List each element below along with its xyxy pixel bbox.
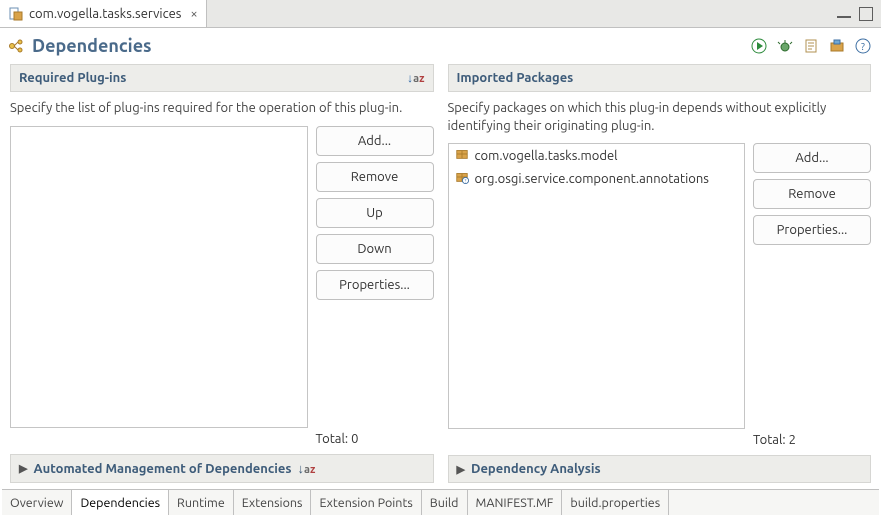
imported-packages-list[interactable]: com.vogella.tasks.model? org.osgi.service… bbox=[448, 143, 746, 429]
section-title: Imported Packages bbox=[457, 71, 574, 85]
export-icon[interactable] bbox=[803, 38, 819, 54]
run-icon[interactable] bbox=[751, 38, 767, 54]
form-toolbar: ? bbox=[751, 38, 871, 54]
required-plugins-buttons: Add... Remove Up Down Properties... bbox=[316, 126, 434, 428]
imported-packages-column: Imported Packages Specify packages on wh… bbox=[448, 64, 872, 483]
help-icon[interactable]: ? bbox=[855, 38, 871, 54]
remove-button[interactable]: Remove bbox=[316, 162, 434, 192]
up-button[interactable]: Up bbox=[316, 198, 434, 228]
imported-total-label: Total: 2 bbox=[753, 429, 871, 447]
page-tab-overview[interactable]: Overview bbox=[2, 490, 72, 515]
list-item[interactable]: com.vogella.tasks.model bbox=[449, 144, 745, 167]
imported-packages-header[interactable]: Imported Packages bbox=[448, 64, 872, 92]
required-plugins-desc: Specify the list of plug-ins required fo… bbox=[10, 92, 434, 126]
plugin-file-icon bbox=[8, 6, 24, 22]
maximize-icon[interactable] bbox=[859, 7, 873, 21]
editor-tab-label: com.vogella.tasks.services bbox=[29, 7, 181, 21]
form-page-tabs: OverviewDependenciesRuntimeExtensionsExt… bbox=[2, 489, 879, 515]
chevron-right-icon: ▶ bbox=[457, 463, 465, 476]
chevron-right-icon: ▶ bbox=[19, 462, 27, 475]
imported-packages-desc: Specify packages on which this plug-in d… bbox=[448, 92, 872, 143]
svg-text:?: ? bbox=[464, 178, 466, 183]
page-tab-runtime[interactable]: Runtime bbox=[169, 490, 234, 515]
page-tab-build-properties[interactable]: build.properties bbox=[562, 490, 669, 515]
required-plugins-list[interactable] bbox=[10, 126, 308, 428]
form-header: Dependencies ? bbox=[0, 28, 881, 64]
sort-alpha-icon[interactable]: ↓az bbox=[407, 71, 424, 85]
required-plugins-column: Required Plug-ins ↓az Specify the list o… bbox=[10, 64, 434, 483]
page-tab-manifest-mf[interactable]: MANIFEST.MF bbox=[468, 490, 563, 515]
list-item-label: org.osgi.service.component.annotations bbox=[475, 172, 709, 186]
page-tab-extension-points[interactable]: Extension Points bbox=[311, 490, 421, 515]
add-button[interactable]: Add... bbox=[753, 143, 871, 173]
section-title: Dependency Analysis bbox=[471, 462, 601, 476]
close-icon[interactable]: × bbox=[190, 7, 197, 21]
remove-button[interactable]: Remove bbox=[753, 179, 871, 209]
main-content: Required Plug-ins ↓az Specify the list o… bbox=[0, 64, 881, 489]
package-icon: ? bbox=[455, 170, 469, 187]
list-item[interactable]: ? org.osgi.service.component.annotations bbox=[449, 167, 745, 190]
debug-icon[interactable] bbox=[777, 38, 793, 54]
package-icon bbox=[455, 147, 469, 164]
dependency-analysis-section[interactable]: ▶ Dependency Analysis bbox=[448, 455, 872, 483]
properties-button[interactable]: Properties... bbox=[316, 270, 434, 300]
editor-tab-bar: com.vogella.tasks.services × bbox=[0, 0, 881, 28]
page-tab-build[interactable]: Build bbox=[422, 490, 468, 515]
minimize-icon[interactable] bbox=[837, 10, 851, 18]
page-tab-dependencies[interactable]: Dependencies bbox=[72, 490, 169, 515]
required-plugins-header[interactable]: Required Plug-ins ↓az bbox=[10, 64, 434, 92]
properties-button[interactable]: Properties... bbox=[753, 215, 871, 245]
down-button[interactable]: Down bbox=[316, 234, 434, 264]
required-total-label: Total: 0 bbox=[316, 428, 434, 446]
automated-mgmt-section[interactable]: ▶ Automated Management of Dependencies ↓… bbox=[10, 454, 434, 483]
svg-text:?: ? bbox=[861, 41, 865, 52]
imported-packages-buttons: Add... Remove Properties... bbox=[753, 143, 871, 429]
dependencies-page-icon bbox=[8, 38, 24, 54]
organize-manifests-icon[interactable] bbox=[829, 38, 845, 54]
page-tab-extensions[interactable]: Extensions bbox=[234, 490, 312, 515]
section-title: Automated Management of Dependencies bbox=[33, 462, 291, 476]
section-title: Required Plug-ins bbox=[19, 71, 126, 85]
editor-tab[interactable]: com.vogella.tasks.services × bbox=[0, 0, 207, 27]
sort-alpha-icon[interactable]: ↓az bbox=[298, 461, 316, 476]
list-item-label: com.vogella.tasks.model bbox=[475, 149, 618, 163]
add-button[interactable]: Add... bbox=[316, 126, 434, 156]
page-title: Dependencies bbox=[32, 36, 152, 56]
